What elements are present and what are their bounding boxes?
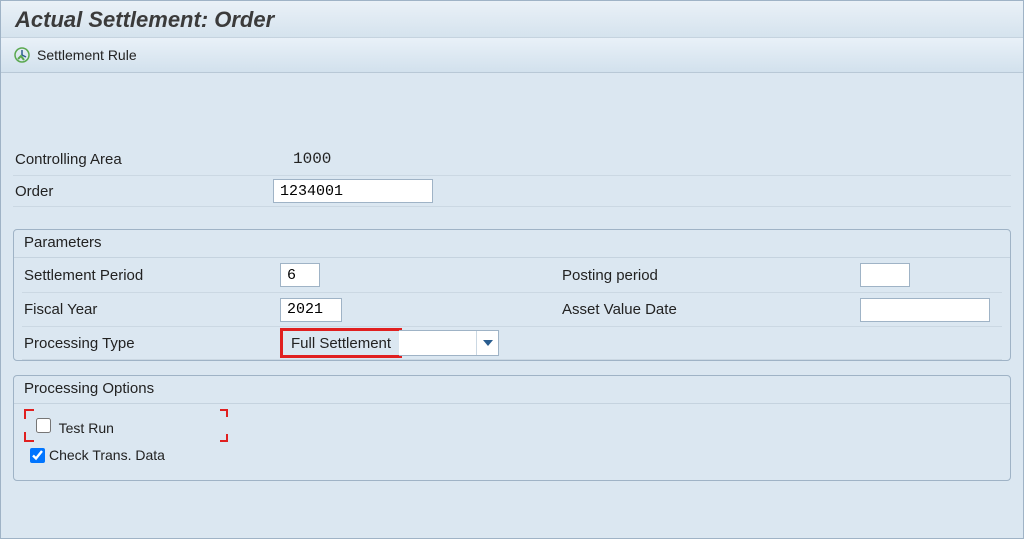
fiscal-year-input[interactable] [280, 298, 342, 322]
toolbar: Settlement Rule [1, 37, 1023, 73]
chevron-down-icon [476, 331, 498, 355]
settlement-period-label: Settlement Period [22, 267, 280, 284]
settlement-rule-button[interactable]: Settlement Rule [37, 47, 137, 63]
test-run-label: Test Run [59, 420, 114, 436]
processing-type-highlight: Full Settlement [280, 328, 402, 358]
controlling-area-label: Controlling Area [13, 151, 273, 168]
processing-options-legend: Processing Options [14, 376, 1010, 404]
controlling-area-value: 1000 [273, 150, 331, 168]
order-input[interactable] [273, 179, 433, 203]
page-title: Actual Settlement: Order [1, 1, 1023, 37]
settlement-period-input[interactable] [280, 263, 320, 287]
check-trans-label: Check Trans. Data [49, 447, 165, 463]
processing-type-label: Processing Type [22, 335, 280, 352]
settlement-rule-icon[interactable] [13, 46, 31, 64]
header-fields: Controlling Area 1000 Order [13, 143, 1011, 207]
test-run-highlight: Test Run [26, 411, 226, 440]
test-run-checkbox[interactable] [36, 418, 51, 433]
check-trans-checkbox[interactable] [30, 448, 45, 463]
app-window: Actual Settlement: Order Settlement Rule… [0, 0, 1024, 539]
fiscal-year-label: Fiscal Year [22, 301, 280, 318]
asset-value-date-label: Asset Value Date [560, 301, 860, 318]
parameters-panel: Parameters Settlement Period Posting per… [13, 229, 1011, 361]
parameters-legend: Parameters [14, 230, 1010, 258]
order-label: Order [13, 183, 273, 200]
processing-type-value: Full Settlement [285, 335, 397, 352]
asset-value-date-input[interactable] [860, 298, 990, 322]
posting-period-label: Posting period [560, 267, 860, 284]
processing-options-panel: Processing Options Test Run Check Trans.… [13, 375, 1011, 481]
processing-type-dropdown[interactable] [399, 330, 499, 356]
posting-period-input[interactable] [860, 263, 910, 287]
